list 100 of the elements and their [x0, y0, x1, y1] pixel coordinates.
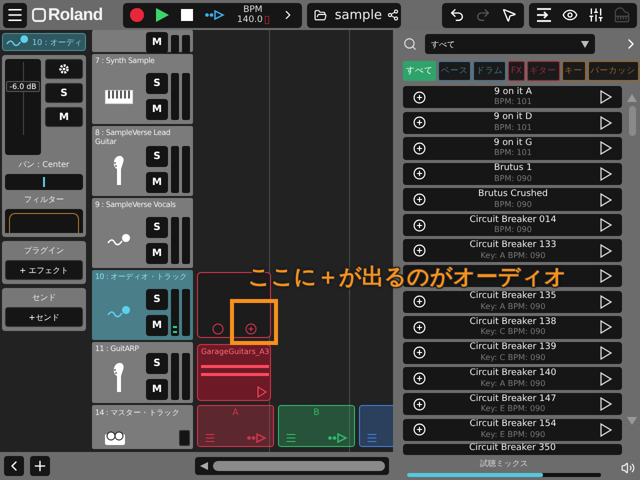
play-icon — [600, 294, 612, 309]
loop-play-button[interactable] — [205, 10, 225, 20]
loop-info: Key: A BPM: 090 — [480, 250, 546, 260]
loop-row[interactable]: Circuit Breaker 140 Key: A BPM: 090 — [403, 367, 622, 390]
add-icon — [413, 372, 426, 386]
tape-reel-icon — [105, 431, 125, 445]
loop-info: Key: E BPM: 090 — [480, 404, 546, 414]
category-dropdown[interactable]: すべて — [425, 34, 595, 54]
add-icon — [413, 346, 426, 360]
solo-button[interactable]: S — [146, 146, 168, 167]
scroll-thumb[interactable] — [213, 461, 385, 471]
loop-row[interactable]: 9 on it A BPM: 101 — [403, 86, 622, 108]
preview-volume-slider[interactable] — [407, 473, 601, 477]
play-icon — [156, 8, 169, 22]
gear-icon — [58, 63, 70, 75]
loop-info: Key: C BPM: 090 — [480, 352, 546, 362]
loop-row[interactable]: Brutus Crushed BPM: 090 — [403, 188, 622, 211]
add-icon — [413, 423, 426, 436]
toolbar-button[interactable] — [449, 7, 465, 23]
solo-button[interactable]: S — [146, 289, 168, 310]
pan-slider[interactable] — [5, 174, 83, 190]
mute-button[interactable]: M — [146, 32, 168, 53]
add-send-button[interactable]: +センド — [5, 307, 83, 327]
toolbar-button[interactable] — [588, 7, 604, 23]
loop-info: BPM: 101 — [494, 97, 532, 107]
toolbar-button[interactable] — [562, 7, 578, 23]
mute-button[interactable]: M — [146, 243, 168, 264]
filter-tag[interactable]: パーカッシ — [588, 61, 639, 81]
project-name: sample — [334, 8, 379, 22]
eye-icon — [562, 7, 578, 23]
record-button[interactable] — [130, 8, 144, 22]
horizontal-scrollbar[interactable] — [195, 457, 389, 475]
dots-arrow-icon — [247, 433, 267, 443]
dropdown-arrow-icon — [580, 40, 589, 48]
category-value: すべて — [431, 38, 455, 50]
add-track-button[interactable] — [30, 456, 50, 476]
play-button[interactable] — [156, 8, 169, 22]
track-header[interactable]: M — [92, 30, 193, 52]
level-meter — [171, 146, 179, 193]
level-meter — [171, 73, 179, 120]
add-icon — [413, 320, 426, 334]
toolbar-button[interactable] — [501, 7, 517, 23]
loop-row[interactable]: 9 on it G BPM: 101 — [403, 137, 622, 160]
solo-button[interactable]: S — [45, 83, 83, 103]
add-icon — [413, 244, 426, 258]
loop-row[interactable]: Circuit Breaker 133 Key: A BPM: 090 — [403, 239, 622, 262]
logo-text: Roland — [48, 5, 103, 25]
open-project-button[interactable] — [314, 8, 327, 22]
settings-button[interactable] — [45, 59, 83, 79]
mute-button[interactable]: M — [146, 379, 168, 400]
back-button[interactable] — [4, 456, 24, 476]
level-meter — [182, 146, 190, 193]
filter-graph[interactable] — [5, 209, 83, 233]
loop-title: Circuit Breaker 135 — [470, 292, 556, 302]
add-icon — [413, 218, 426, 232]
solo-button[interactable]: S — [146, 217, 168, 238]
preview-mix-label: 試聴ミックス — [480, 458, 528, 469]
filter-tag[interactable]: キー — [562, 61, 586, 81]
stop-icon — [181, 9, 193, 21]
inspector-tab[interactable]: 10 : オーディ — [2, 33, 86, 51]
add-icon — [413, 295, 426, 308]
filter-tag[interactable]: ベース — [438, 61, 471, 81]
share-button[interactable] — [386, 9, 399, 21]
menu-button[interactable] — [6, 6, 24, 24]
waveform-drawing — [201, 364, 269, 378]
add-icon — [244, 323, 256, 335]
loop-row[interactable]: Circuit Breaker 139 Key: C BPM: 090 — [403, 342, 622, 364]
loop-row[interactable]: Circuit Breaker 154 Key: E BPM: 090 — [403, 418, 622, 441]
mute-button[interactable]: M — [146, 315, 168, 336]
solo-button[interactable]: S — [146, 73, 168, 94]
master-toggle[interactable] — [179, 430, 190, 446]
mute-button[interactable]: M — [146, 172, 168, 193]
scroll-down-arrow-icon — [627, 417, 637, 425]
loop-info: Key: C BPM: 090 — [480, 327, 546, 337]
add-icon — [413, 116, 426, 130]
loop-row[interactable]: Circuit Breaker 147 Key: E BPM: 090 — [403, 392, 622, 416]
redo-icon — [475, 7, 491, 23]
loop-title: Circuit Breaker 139 — [470, 343, 556, 353]
level-meter — [182, 353, 190, 400]
add-effect-button[interactable]: + エフェクト — [5, 260, 83, 280]
loop-row[interactable]: Circuit Breaker 350 — [403, 444, 622, 455]
scroll-thumb[interactable] — [628, 106, 636, 136]
plus-icon — [32, 458, 48, 474]
filter-tag[interactable]: ドラム — [473, 61, 506, 81]
mute-button[interactable]: M — [45, 107, 83, 127]
loop-row[interactable]: 9 on it D BPM: 101 — [403, 112, 622, 134]
loop-row[interactable]: Circuit Breaker 135 Key: A BPM: 090 — [403, 290, 622, 314]
level-meter — [182, 73, 190, 120]
loop-row[interactable]: Circuit Breaker 014 BPM: 090 — [403, 214, 622, 236]
level-meter — [171, 35, 179, 53]
loop-row[interactable]: Brutus 1 BPM: 090 — [403, 162, 622, 186]
loop-row[interactable]: Circuit Breaker 138 Key: C BPM: 090 — [403, 316, 622, 339]
solo-button[interactable]: S — [146, 353, 168, 374]
logo-emblem-icon — [32, 8, 46, 22]
search-icon — [403, 37, 417, 51]
plugin-title: プラグイン — [23, 245, 65, 256]
level-meter — [171, 353, 179, 400]
loop-title: 9 on it A — [494, 88, 532, 98]
mute-button[interactable]: M — [146, 99, 168, 120]
level-meter — [182, 289, 190, 336]
